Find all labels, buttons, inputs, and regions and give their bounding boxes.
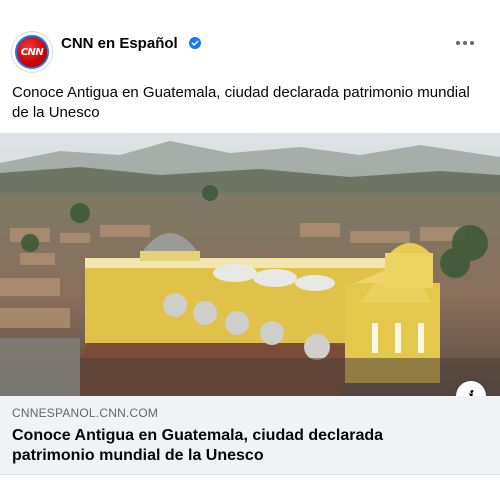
avatar[interactable]: CNN <box>12 32 52 72</box>
post-image[interactable] <box>0 133 500 396</box>
link-preview[interactable]: CNNESPANOL.CNN.COM Conoce Antigua en Gua… <box>0 396 500 475</box>
link-domain: CNNESPANOL.CNN.COM <box>12 406 159 420</box>
cnn-logo: CNN <box>15 35 49 69</box>
antigua-photo <box>0 133 500 396</box>
facebook-post: CNN CNN en Español Conoce Antigua en Gua… <box>0 0 500 500</box>
link-title[interactable]: Conoce Antigua en Guatemala, ciudad decl… <box>12 426 452 466</box>
avatar-text: CNN <box>20 46 44 58</box>
post-message: Conoce Antigua en Guatemala, ciudad decl… <box>12 84 470 121</box>
post-header: CNN CNN en Español <box>12 32 488 76</box>
more-options-icon[interactable] <box>454 38 476 48</box>
verified-badge-icon <box>189 37 201 49</box>
page-name[interactable]: CNN en Español <box>61 35 178 52</box>
